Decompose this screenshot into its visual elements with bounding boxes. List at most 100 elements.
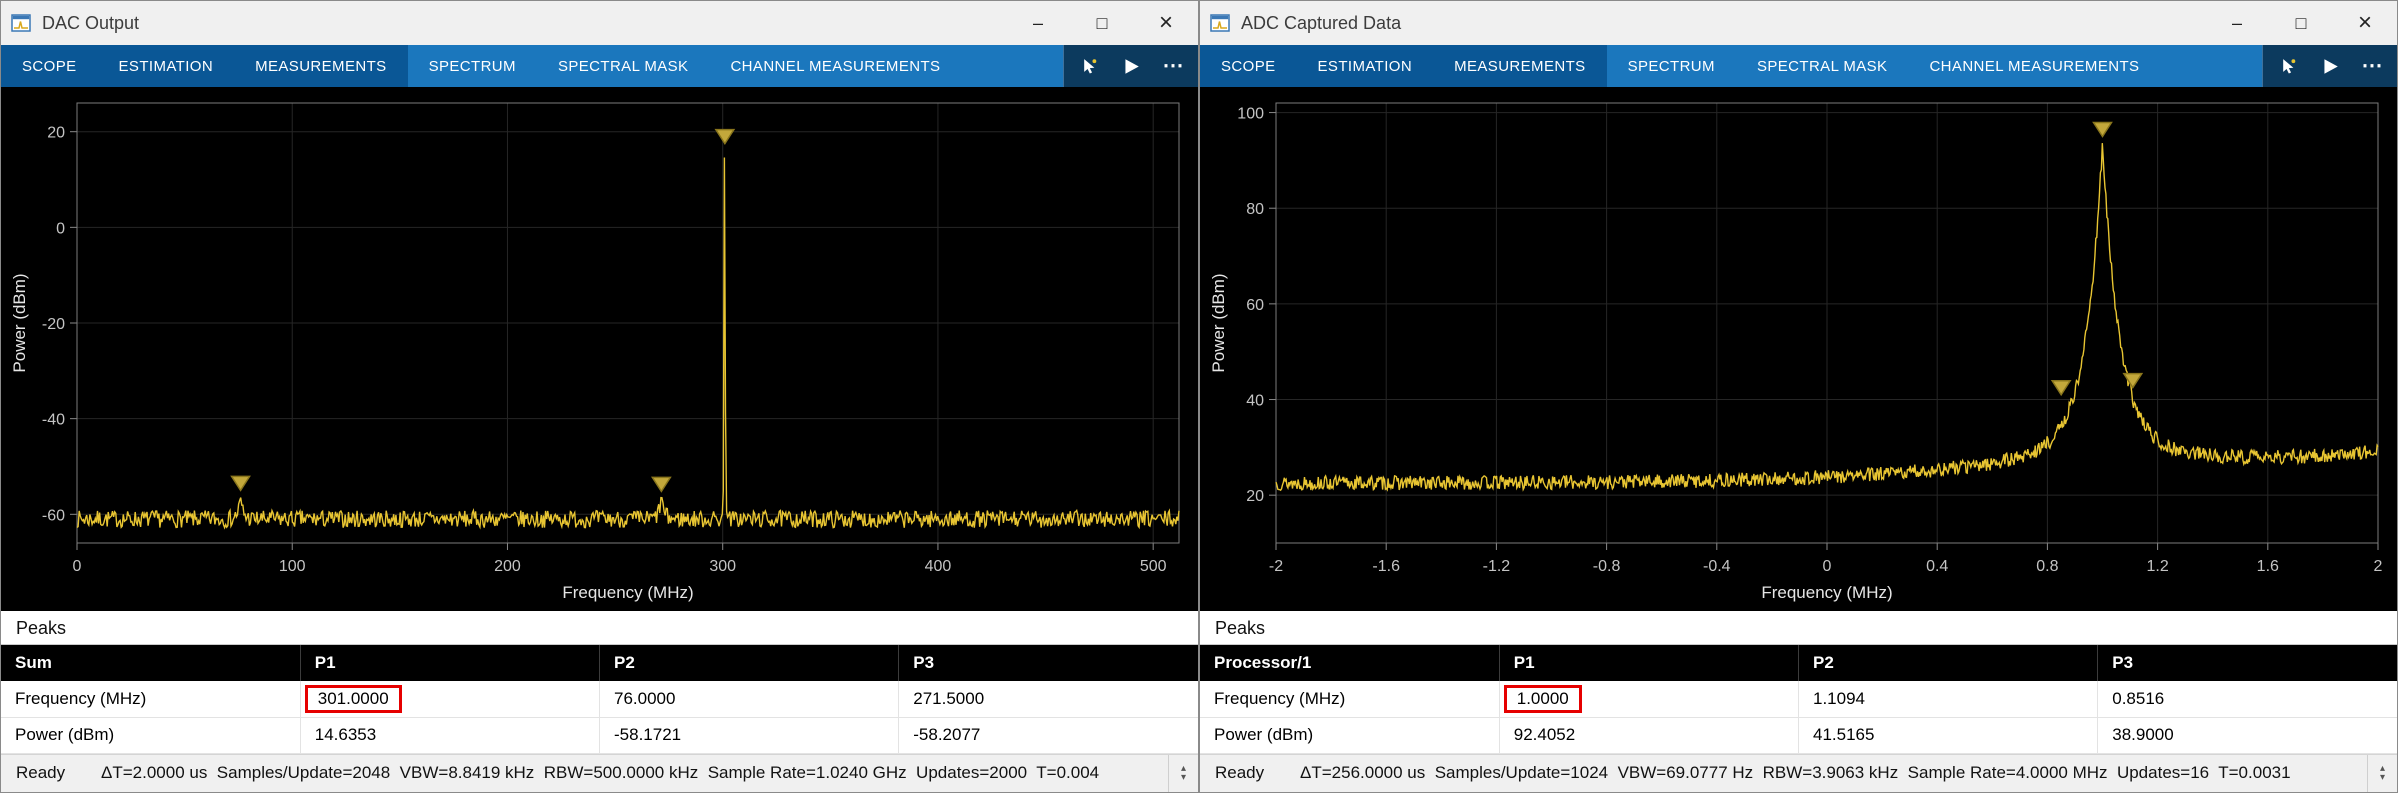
grip-down-arrow-icon: ▾ [1181, 773, 1186, 782]
peak-cell: 301.0000 [300, 681, 599, 717]
pointer-tool-icon[interactable] [1078, 55, 1100, 77]
col-header-source: Processor/1 [1200, 645, 1499, 681]
svg-text:60: 60 [1246, 297, 1264, 314]
peak-cell: -58.1721 [600, 717, 899, 753]
svg-text:0.4: 0.4 [1926, 558, 1948, 575]
window-title: ADC Captured Data [1241, 13, 1401, 34]
maximize-button[interactable]: □ [1070, 1, 1134, 45]
col-header-p2: P2 [1799, 645, 2098, 681]
status-ready: Ready [1, 763, 101, 783]
scope-app-icon [11, 12, 33, 34]
grip-down-arrow-icon: ▾ [2380, 773, 2385, 782]
svg-text:-0.4: -0.4 [1703, 558, 1731, 575]
peak-cell: 38.9000 [2098, 717, 2397, 753]
tab-spectral-mask[interactable]: SPECTRAL MASK [537, 45, 710, 87]
svg-text:Frequency (MHz): Frequency (MHz) [562, 583, 693, 602]
svg-text:Frequency (MHz): Frequency (MHz) [1761, 583, 1892, 602]
minimize-button[interactable]: – [1006, 1, 1070, 45]
maximize-button[interactable]: □ [2269, 1, 2333, 45]
peak-p2-frequency: 76.0000 [614, 689, 675, 709]
peaks-panel: Peaks Sum P1 P2 P3 Frequency (MHz) 301.0… [1, 611, 1198, 754]
peaks-power-row: Power (dBm) 92.4052 41.5165 38.9000 [1200, 717, 2397, 753]
peaks-frequency-row: Frequency (MHz) 1.0000 1.1094 0.8516 [1200, 681, 2397, 717]
row-label-cell: Power (dBm) [1, 717, 300, 753]
peaks-header-row: Processor/1 P1 P2 P3 [1200, 645, 2397, 681]
col-header-p3: P3 [2098, 645, 2397, 681]
peak-p3-power: -58.2077 [913, 725, 980, 745]
status-resize-grip-icon[interactable]: ▴ ▾ [1168, 755, 1198, 793]
status-resize-grip-icon[interactable]: ▴ ▾ [2367, 755, 2397, 793]
peak-p1-frequency: 301.0000 [305, 685, 402, 713]
peak-cell: 1.0000 [1499, 681, 1798, 717]
status-info: ΔT=256.0000 us Samples/Update=1024 VBW=6… [1300, 763, 2291, 783]
col-header-p3: P3 [899, 645, 1198, 681]
tab-channel-measurements[interactable]: CHANNEL MEASUREMENTS [709, 45, 961, 87]
scope-app-icon [1210, 12, 1232, 34]
run-icon[interactable] [2319, 55, 2341, 77]
tab-spectrum[interactable]: SPECTRUM [408, 45, 537, 87]
svg-text:-2: -2 [1269, 558, 1283, 575]
peak-cell: 14.6353 [300, 717, 599, 753]
peaks-header-row: Sum P1 P2 P3 [1, 645, 1198, 681]
spectrum-chart[interactable]: -2-1.6-1.2-0.8-0.400.40.81.21.6210080604… [1200, 87, 2397, 611]
svg-text:100: 100 [279, 558, 306, 575]
svg-text:-1.2: -1.2 [1483, 558, 1511, 575]
peak-p3-power: 38.9000 [2112, 725, 2173, 745]
tab-measurements[interactable]: MEASUREMENTS [1433, 45, 1606, 87]
tab-channel-measurements[interactable]: CHANNEL MEASUREMENTS [1908, 45, 2160, 87]
svg-text:20: 20 [1246, 488, 1264, 505]
spectrum-chart[interactable]: 0100200300400500200-20-40-60Frequency (M… [1, 87, 1198, 611]
tab-scope[interactable]: SCOPE [1200, 45, 1297, 87]
peak-p3-frequency: 271.5000 [913, 689, 984, 709]
toolbar-quick-actions: ⋯ [2262, 45, 2397, 87]
window-adc-captured-data: ADC Captured Data – □ × SCOPE ESTIMATION… [1199, 0, 2398, 793]
svg-text:-20: -20 [42, 316, 65, 333]
peak-cell: 92.4052 [1499, 717, 1798, 753]
status-bar: Ready ΔT=2.0000 us Samples/Update=2048 V… [1, 754, 1198, 793]
tab-estimation[interactable]: ESTIMATION [1297, 45, 1434, 87]
context-tab-group: SPECTRUM SPECTRAL MASK CHANNEL MEASUREME… [408, 45, 1063, 87]
tab-scope[interactable]: SCOPE [1, 45, 98, 87]
tab-spectral-mask[interactable]: SPECTRAL MASK [1736, 45, 1909, 87]
peak-p2-power: 41.5165 [1813, 725, 1874, 745]
peaks-table: Processor/1 P1 P2 P3 Frequency (MHz) 1.0… [1200, 645, 2397, 754]
svg-text:200: 200 [494, 558, 521, 575]
svg-text:1.2: 1.2 [2146, 558, 2168, 575]
window-title: DAC Output [42, 13, 139, 34]
status-ready: Ready [1200, 763, 1300, 783]
svg-text:300: 300 [709, 558, 736, 575]
status-bar: Ready ΔT=256.0000 us Samples/Update=1024… [1200, 754, 2397, 793]
peak-cell: 41.5165 [1799, 717, 2098, 753]
desktop: DAC Output – □ × SCOPE ESTIMATION MEASUR… [0, 0, 2398, 793]
svg-text:500: 500 [1140, 558, 1167, 575]
window-dac-output: DAC Output – □ × SCOPE ESTIMATION MEASUR… [0, 0, 1199, 793]
peak-cell: 1.1094 [1799, 681, 2098, 717]
peaks-frequency-row: Frequency (MHz) 301.0000 76.0000 271.500… [1, 681, 1198, 717]
tab-measurements[interactable]: MEASUREMENTS [234, 45, 407, 87]
peak-cell: 271.5000 [899, 681, 1198, 717]
svg-text:0: 0 [56, 220, 65, 237]
svg-text:0.8: 0.8 [2036, 558, 2058, 575]
titlebar[interactable]: DAC Output – □ × [1, 1, 1198, 45]
row-label-cell: Frequency (MHz) [1, 681, 300, 717]
tab-estimation[interactable]: ESTIMATION [98, 45, 235, 87]
tab-spectrum[interactable]: SPECTRUM [1607, 45, 1736, 87]
more-options-icon[interactable]: ⋯ [2361, 55, 2383, 77]
more-options-icon[interactable]: ⋯ [1162, 55, 1184, 77]
run-icon[interactable] [1120, 55, 1142, 77]
svg-text:20: 20 [47, 125, 65, 142]
titlebar[interactable]: ADC Captured Data – □ × [1200, 1, 2397, 45]
col-header-source: Sum [1, 645, 300, 681]
minimize-button[interactable]: – [2205, 1, 2269, 45]
close-button[interactable]: × [2333, 1, 2397, 45]
row-label-cell: Frequency (MHz) [1200, 681, 1499, 717]
svg-text:0: 0 [73, 558, 82, 575]
toolstrip: SCOPE ESTIMATION MEASUREMENTS SPECTRUM S… [1, 45, 1198, 87]
peak-p2-power: -58.1721 [614, 725, 681, 745]
svg-text:100: 100 [1237, 106, 1264, 123]
col-header-p2: P2 [600, 645, 899, 681]
pointer-tool-icon[interactable] [2277, 55, 2299, 77]
status-info: ΔT=2.0000 us Samples/Update=2048 VBW=8.8… [101, 763, 1099, 783]
toolstrip: SCOPE ESTIMATION MEASUREMENTS SPECTRUM S… [1200, 45, 2397, 87]
close-button[interactable]: × [1134, 1, 1198, 45]
